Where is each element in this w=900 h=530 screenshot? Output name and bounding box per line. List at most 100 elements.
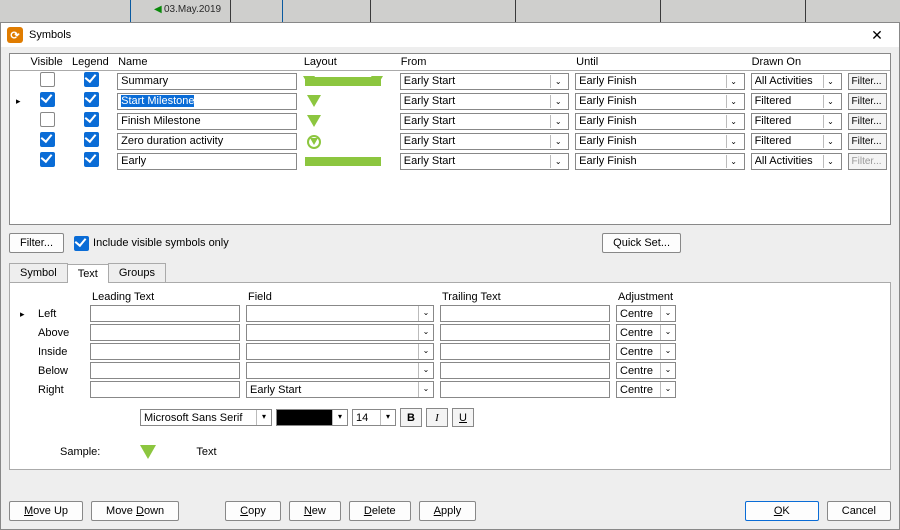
- col-until[interactable]: Until: [572, 54, 747, 71]
- apply-button[interactable]: Apply: [419, 501, 477, 521]
- move-down-button[interactable]: Move Down: [91, 501, 179, 521]
- legend-checkbox[interactable]: [84, 152, 99, 167]
- drawn-on-select[interactable]: All Activities⌄: [751, 73, 842, 90]
- visible-checkbox[interactable]: [40, 152, 55, 167]
- drawn-on-select[interactable]: Filtered⌄: [751, 113, 842, 130]
- leading-text-input[interactable]: [90, 343, 240, 360]
- trailing-text-input[interactable]: [440, 324, 610, 341]
- from-select[interactable]: Early Start⌄: [400, 153, 569, 170]
- legend-checkbox[interactable]: [84, 112, 99, 127]
- adjustment-select[interactable]: Centre⌄: [616, 381, 676, 398]
- leading-text-input[interactable]: [90, 362, 240, 379]
- symbols-grid: Visible Legend Name Layout From Until Dr…: [9, 53, 891, 225]
- drawn-on-select[interactable]: All Activities⌄: [751, 153, 842, 170]
- col-name[interactable]: Name: [114, 54, 300, 71]
- table-row[interactable]: Finish Milestone Early Start⌄ Early Finish…: [10, 111, 890, 131]
- table-row[interactable]: Start Milestone Early Start⌄ Early Finish⌄…: [10, 91, 890, 111]
- from-select[interactable]: Early Start⌄: [400, 93, 569, 110]
- delete-button[interactable]: Delete: [349, 501, 411, 521]
- drawn-on-select[interactable]: Filtered⌄: [751, 133, 842, 150]
- until-select[interactable]: Early Finish⌄: [575, 73, 744, 90]
- new-button[interactable]: New: [289, 501, 341, 521]
- leading-text-input[interactable]: [90, 305, 240, 322]
- until-select[interactable]: Early Finish⌄: [575, 113, 744, 130]
- adjustment-select[interactable]: Centre⌄: [616, 305, 676, 322]
- chevron-down-icon: ▾: [332, 410, 347, 425]
- until-select[interactable]: Early Finish⌄: [575, 93, 744, 110]
- adjustment-select[interactable]: Centre⌄: [616, 343, 676, 360]
- legend-checkbox[interactable]: [84, 92, 99, 107]
- col-from[interactable]: From: [397, 54, 572, 71]
- name-cell[interactable]: Zero duration activity: [117, 133, 297, 150]
- col-drawn[interactable]: Drawn On: [748, 54, 845, 71]
- table-row[interactable]: Summary Early Start⌄ Early Finish⌄ All Acti…: [10, 71, 890, 92]
- adjustment-select[interactable]: Centre⌄: [616, 362, 676, 379]
- tab-text[interactable]: Text: [67, 264, 109, 283]
- tab-symbol[interactable]: Symbol: [9, 263, 68, 282]
- include-visible-checkbox[interactable]: Include visible symbols only: [74, 236, 229, 251]
- visible-checkbox[interactable]: [40, 72, 55, 87]
- row-filter-button[interactable]: Filter...: [848, 73, 887, 90]
- name-cell[interactable]: Finish Milestone: [117, 113, 297, 130]
- chevron-down-icon: ⌄: [660, 363, 675, 378]
- leading-text-input[interactable]: [90, 381, 240, 398]
- trailing-text-input[interactable]: [440, 381, 610, 398]
- underline-button[interactable]: U: [452, 408, 474, 427]
- move-up-button[interactable]: Move Up: [9, 501, 83, 521]
- field-select[interactable]: Early Start⌄: [246, 381, 434, 398]
- chevron-down-icon: ⌄: [660, 382, 675, 397]
- trailing-text-input[interactable]: [440, 305, 610, 322]
- legend-checkbox[interactable]: [84, 72, 99, 87]
- position-label: Inside: [38, 346, 84, 358]
- trailing-text-input[interactable]: [440, 343, 610, 360]
- font-color-select[interactable]: ▾: [276, 409, 348, 426]
- field-select[interactable]: ⌄: [246, 362, 434, 379]
- chevron-down-icon: ⌄: [660, 325, 675, 340]
- from-select[interactable]: Early Start⌄: [400, 113, 569, 130]
- quick-set-button[interactable]: Quick Set...: [602, 233, 681, 253]
- from-select[interactable]: Early Start⌄: [400, 133, 569, 150]
- drawn-on-select[interactable]: Filtered⌄: [751, 93, 842, 110]
- until-select[interactable]: Early Finish⌄: [575, 133, 744, 150]
- field-select[interactable]: ⌄: [246, 343, 434, 360]
- leading-text-input[interactable]: [90, 324, 240, 341]
- close-icon[interactable]: ✕: [861, 27, 893, 44]
- col-layout[interactable]: Layout: [300, 54, 397, 71]
- ok-button[interactable]: OK: [745, 501, 819, 521]
- chevron-down-icon: ⌄: [418, 306, 433, 321]
- col-visible[interactable]: Visible: [27, 54, 68, 71]
- copy-button[interactable]: Copy: [225, 501, 281, 521]
- row-filter-button[interactable]: Filter...: [848, 93, 887, 110]
- from-select[interactable]: Early Start⌄: [400, 73, 569, 90]
- legend-checkbox[interactable]: [84, 132, 99, 147]
- tab-groups[interactable]: Groups: [108, 263, 166, 282]
- font-size-select[interactable]: 14▾: [352, 409, 396, 426]
- row-pointer-icon: [10, 131, 27, 151]
- italic-button[interactable]: I: [426, 408, 448, 427]
- table-row[interactable]: Early Early Start⌄ Early Finish⌄ All Activi…: [10, 151, 890, 171]
- field-select[interactable]: ⌄: [246, 305, 434, 322]
- row-filter-button[interactable]: Filter...: [848, 113, 887, 130]
- table-row[interactable]: Zero duration activity Early Start⌄ Early …: [10, 131, 890, 151]
- adjustment-select[interactable]: Centre⌄: [616, 324, 676, 341]
- font-name-select[interactable]: Microsoft Sans Serif▾: [140, 409, 272, 426]
- visible-checkbox[interactable]: [40, 92, 55, 107]
- row-filter-button: Filter...: [848, 153, 887, 170]
- row-filter-button[interactable]: Filter...: [848, 133, 887, 150]
- name-cell[interactable]: Summary: [117, 73, 297, 90]
- col-legend[interactable]: Legend: [68, 54, 114, 71]
- until-select[interactable]: Early Finish⌄: [575, 153, 744, 170]
- name-cell[interactable]: Start Milestone: [117, 93, 297, 110]
- position-label: Left: [38, 308, 84, 320]
- row-pointer-icon: [20, 308, 32, 320]
- name-cell[interactable]: Early: [117, 153, 297, 170]
- cancel-button[interactable]: Cancel: [827, 501, 891, 521]
- filter-button[interactable]: Filter...: [9, 233, 64, 253]
- visible-checkbox[interactable]: [40, 112, 55, 127]
- field-select[interactable]: ⌄: [246, 324, 434, 341]
- visible-checkbox[interactable]: [40, 132, 55, 147]
- bold-button[interactable]: B: [400, 408, 422, 427]
- hdr-leading: Leading Text: [90, 291, 240, 303]
- trailing-text-input[interactable]: [440, 362, 610, 379]
- row-pointer-icon: [10, 71, 27, 92]
